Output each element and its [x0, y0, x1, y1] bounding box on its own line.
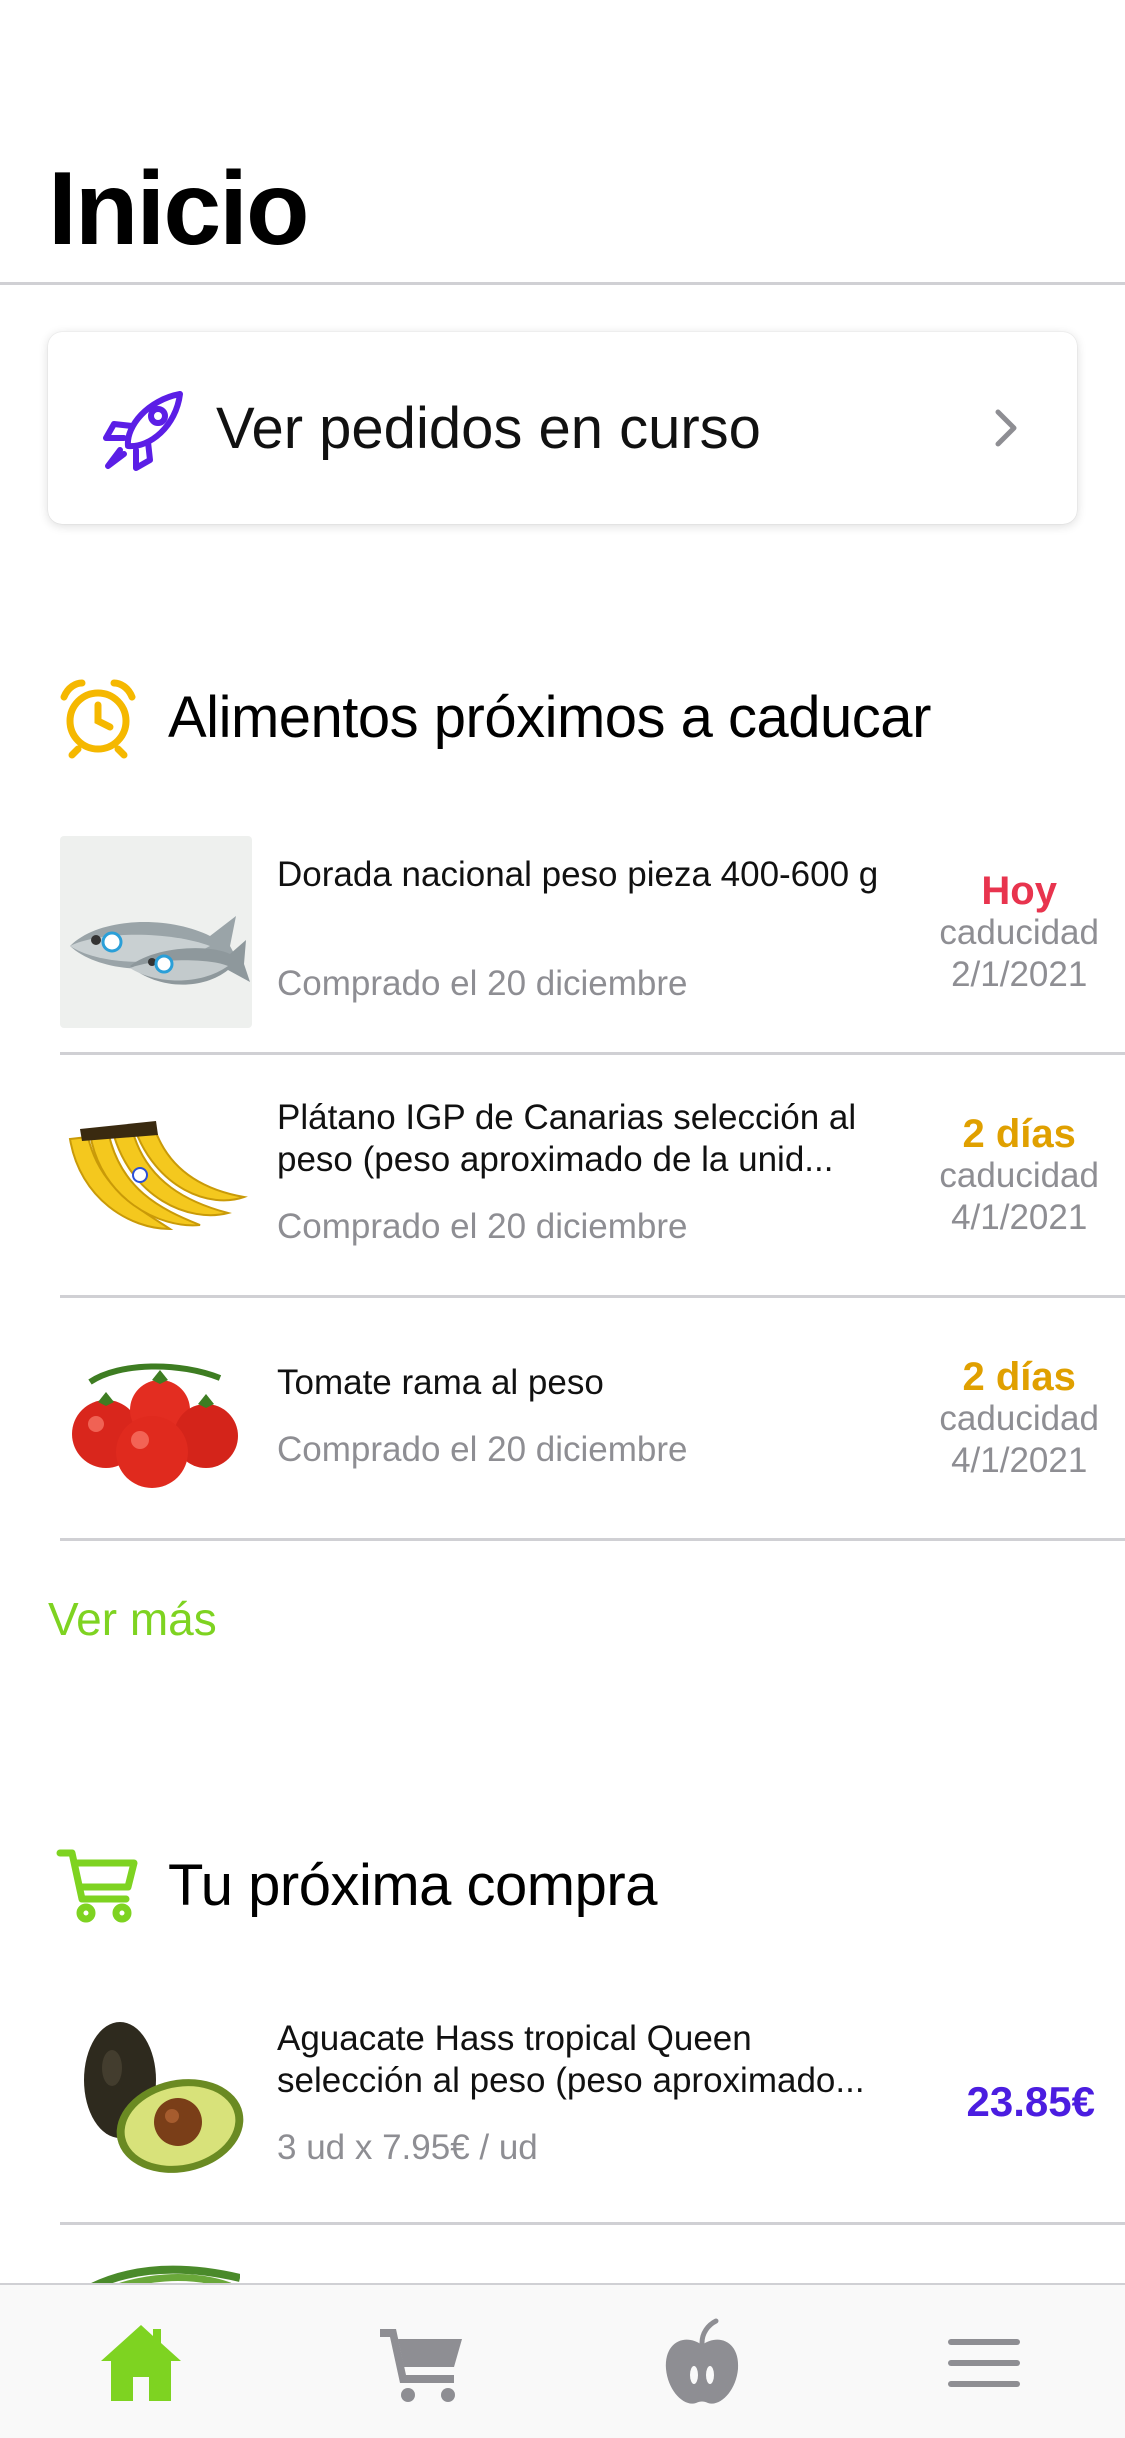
next-purchase-section-title: Tu próxima compra — [168, 1852, 657, 1918]
row-divider — [60, 2222, 1125, 2225]
header-divider — [0, 282, 1125, 285]
expiring-item-row[interactable]: Dorada nacional peso pieza 400-600 g Com… — [60, 836, 1125, 1056]
orders-in-progress-card[interactable]: Ver pedidos en curso — [48, 332, 1077, 524]
green-beans-image — [90, 2258, 240, 2284]
tomato-image — [60, 1322, 252, 1514]
row-divider — [60, 1538, 1125, 1541]
item-purchase-date: Comprado el 20 diciembre — [277, 1430, 688, 1469]
expiry-status: 2 días — [962, 1112, 1076, 1156]
home-icon[interactable] — [95, 2317, 187, 2409]
expiry-status: Hoy — [981, 869, 1057, 913]
expiry-status: 2 días — [962, 1355, 1076, 1399]
chevron-right-icon — [995, 409, 1017, 447]
apple-icon[interactable] — [656, 2317, 748, 2409]
expiry-info: 2 días caducidad 4/1/2021 — [939, 1113, 1099, 1239]
expiry-info: Hoy caducidad 2/1/2021 — [939, 870, 1099, 996]
item-name: Aguacate Hass tropical Queen selección a… — [277, 2019, 865, 2100]
cart-icon — [56, 1849, 138, 1923]
see-more-link[interactable]: Ver más — [48, 1592, 217, 1646]
item-price: 23.85€ — [966, 2078, 1095, 2125]
rocket-icon — [103, 391, 183, 471]
banana-image — [60, 1079, 252, 1271]
expiry-label: caducidad — [939, 1156, 1099, 1195]
row-divider — [60, 1052, 1125, 1055]
expiry-label: caducidad — [939, 913, 1099, 952]
page-title: Inicio — [48, 151, 310, 267]
expiring-item-row[interactable]: Plátano IGP de Canarias selección al pes… — [60, 1079, 1125, 1299]
cart-icon[interactable] — [376, 2317, 468, 2409]
expiring-item-row[interactable]: Tomate rama al peso Comprado el 20 dicie… — [60, 1322, 1125, 1542]
expiry-label: caducidad — [939, 1399, 1099, 1438]
menu-icon[interactable] — [938, 2317, 1030, 2409]
next-purchase-section-header: Tu próxima compra — [56, 1840, 657, 1930]
item-name: Plátano IGP de Canarias selección al pes… — [277, 1098, 857, 1179]
item-purchase-date: Comprado el 20 diciembre — [277, 964, 688, 1003]
item-quantity: 3 ud x 7.95€ / ud — [277, 2128, 538, 2167]
expiry-date: 4/1/2021 — [951, 1441, 1088, 1480]
item-name: Dorada nacional peso pieza 400-600 g — [277, 855, 879, 894]
expiring-section-header: Alimentos próximos a caducar — [56, 672, 931, 762]
tab-bar — [0, 2283, 1125, 2438]
expiry-date: 2/1/2021 — [951, 955, 1088, 994]
item-name: Tomate rama al peso — [277, 1363, 604, 1402]
alarm-clock-icon — [60, 679, 136, 759]
expiry-info: 2 días caducidad 4/1/2021 — [939, 1356, 1099, 1482]
expiring-section-title: Alimentos próximos a caducar — [168, 684, 931, 750]
orders-in-progress-label: Ver pedidos en curso — [216, 396, 761, 461]
fish-image — [60, 836, 252, 1028]
item-purchase-date: Comprado el 20 diciembre — [277, 1207, 688, 1246]
row-divider — [60, 1295, 1125, 1298]
avocado-image — [60, 2002, 252, 2194]
next-purchase-item-row[interactable]: Aguacate Hass tropical Queen selección a… — [60, 2002, 1125, 2226]
expiry-date: 4/1/2021 — [951, 1198, 1088, 1237]
